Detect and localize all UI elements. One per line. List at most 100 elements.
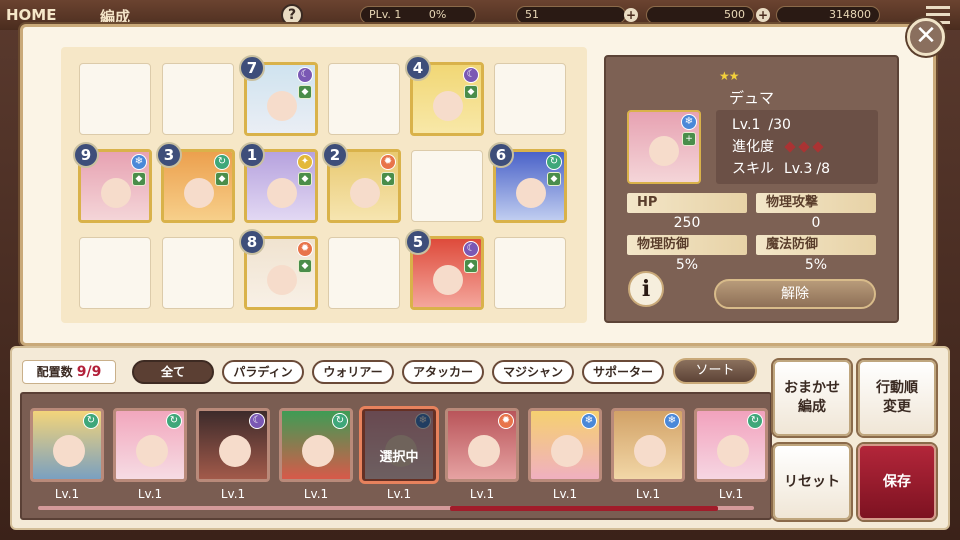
gem-count: 500 <box>724 8 745 21</box>
attacker-role-icon: ◆ <box>464 85 478 99</box>
turn-order-badge: 3 <box>156 142 182 168</box>
empty-slot[interactable] <box>162 63 234 135</box>
roster-scrollbar-thumb[interactable] <box>450 506 718 511</box>
add-stamina-button[interactable]: + <box>624 8 638 22</box>
roster-unit-level: Lv.1 <box>137 487 163 501</box>
auto-form-button[interactable]: おまかせ 編成 <box>773 360 851 436</box>
unit-face <box>184 178 214 208</box>
paladin-role-icon: ◆ <box>298 259 312 273</box>
unit-face <box>267 265 297 295</box>
empty-slot[interactable] <box>162 237 234 309</box>
gem-counter: 500 <box>646 6 754 24</box>
dark-element-icon: ☾ <box>249 413 265 429</box>
turn-order-badge: 5 <box>405 229 431 255</box>
roster-strip[interactable]: ↻ Lv.1 ↻ Lv.1 ☾ Lv.1 ↻ Lv.1 ❄ 選択中 Lv.1 ✹ Lv.1 ❄ Lv.1 ❄ L… <box>20 392 772 520</box>
roster-unit-level: Lv.1 <box>220 487 246 501</box>
roster-unit-level: Lv.1 <box>303 487 329 501</box>
empty-slot[interactable] <box>328 237 400 309</box>
unit-face <box>101 178 131 208</box>
dark-element-icon: ☾ <box>463 241 479 257</box>
roster-unit-card[interactable]: ↻ <box>279 408 353 482</box>
wind-element-icon: ↻ <box>747 413 763 429</box>
roster-unit-level: Lv.1 <box>386 487 412 501</box>
close-button[interactable]: ✕ <box>907 18 945 56</box>
empty-slot[interactable] <box>411 150 483 222</box>
empty-slot[interactable] <box>79 63 151 135</box>
turn-order-badge: 2 <box>322 142 348 168</box>
empty-slot[interactable] <box>494 237 566 309</box>
filter-all[interactable]: 全て <box>132 360 214 384</box>
stat-label-magic-defense: 魔法防御 <box>756 235 876 255</box>
save-button[interactable]: 保存 <box>858 444 936 520</box>
roster-unit-card[interactable]: ☾ <box>196 408 270 482</box>
unit-face <box>516 178 546 208</box>
sort-button[interactable]: ソート <box>673 358 757 384</box>
order-change-button[interactable]: 行動順 変更 <box>858 360 936 436</box>
empty-slot[interactable] <box>494 63 566 135</box>
wind-element-icon: ↻ <box>332 413 348 429</box>
stat-label-hp: HP <box>627 193 747 213</box>
unit-face <box>267 91 297 121</box>
wind-element-icon: ↻ <box>214 154 230 170</box>
coin-counter: 314800 <box>776 6 880 24</box>
evolution-gem-icon <box>784 141 796 153</box>
placement-count-label: 配置数 <box>36 365 73 379</box>
portrait-face <box>649 136 679 166</box>
selected-frame <box>359 406 439 484</box>
coin-count: 314800 <box>829 8 871 21</box>
roster-unit-card[interactable]: ❄ <box>528 408 602 482</box>
unit-face <box>717 435 749 467</box>
filter-warrior[interactable]: ウォリアー <box>312 360 394 384</box>
attacker-role-icon: ◆ <box>464 259 478 273</box>
roster-unit-level: Lv.1 <box>635 487 661 501</box>
fire-element-icon: ✹ <box>380 154 396 170</box>
unit-name: デュマ <box>729 89 775 107</box>
water-element-icon: ❄ <box>581 413 597 429</box>
filter-paladin[interactable]: パラディン <box>222 360 304 384</box>
water-element-icon: ❄ <box>664 413 680 429</box>
home-button[interactable]: HOME <box>6 6 56 24</box>
empty-slot[interactable] <box>79 237 151 309</box>
light-element-icon: ✦ <box>297 154 313 170</box>
info-icon[interactable]: i <box>628 271 664 307</box>
turn-order-badge: 8 <box>239 229 265 255</box>
roster-unit-card[interactable]: ↻ <box>113 408 187 482</box>
roster-unit-level: Lv.1 <box>552 487 578 501</box>
release-button[interactable]: 解除 <box>714 279 876 309</box>
fire-element-icon: ✹ <box>498 413 514 429</box>
add-gem-button[interactable]: + <box>756 8 770 22</box>
roster-unit-level: Lv.1 <box>54 487 80 501</box>
mage-role-icon: ◆ <box>547 172 561 186</box>
filter-supporter[interactable]: サポーター <box>582 360 664 384</box>
dark-element-icon: ☾ <box>297 67 313 83</box>
roster-unit-card[interactable]: ✹ <box>445 408 519 482</box>
roster-unit-card[interactable]: ❄ <box>611 408 685 482</box>
empty-slot[interactable] <box>328 63 400 135</box>
filter-mage[interactable]: マジシャン <box>492 360 574 384</box>
mage-role-icon: ◆ <box>298 172 312 186</box>
roster-unit-level: Lv.1 <box>469 487 495 501</box>
unit-face <box>219 435 251 467</box>
reset-button[interactable]: リセット <box>773 444 851 520</box>
unit-face <box>302 435 334 467</box>
order-change-label: 行動順 変更 <box>876 380 918 415</box>
unit-detail-panel: ★★ デュマ ❄ + Lv.1/30 進化度 スキル Lv.3/8 HP 250 … <box>604 55 899 323</box>
auto-form-label: おまかせ 編成 <box>784 380 840 415</box>
help-icon[interactable]: ? <box>281 4 303 26</box>
evolution-gem-icon <box>812 141 824 153</box>
turn-order-badge: 9 <box>73 142 99 168</box>
turn-order-badge: 1 <box>239 142 265 168</box>
skill-max: /8 <box>816 161 830 177</box>
roster-unit-card[interactable]: ↻ <box>694 408 768 482</box>
roster-unit-card[interactable]: ↻ <box>30 408 104 482</box>
placement-count-value: 9/9 <box>76 364 102 380</box>
unit-face <box>53 435 85 467</box>
filter-attacker[interactable]: アタッカー <box>402 360 484 384</box>
turn-order-badge: 7 <box>239 55 265 81</box>
evolution-label: 進化度 <box>732 139 774 155</box>
unit-face <box>433 265 463 295</box>
player-level: PLv. 1 <box>369 8 402 21</box>
stat-value-physical-attack: 0 <box>811 215 821 231</box>
wind-element-icon: ↻ <box>166 413 182 429</box>
fire-element-icon: ✹ <box>297 241 313 257</box>
